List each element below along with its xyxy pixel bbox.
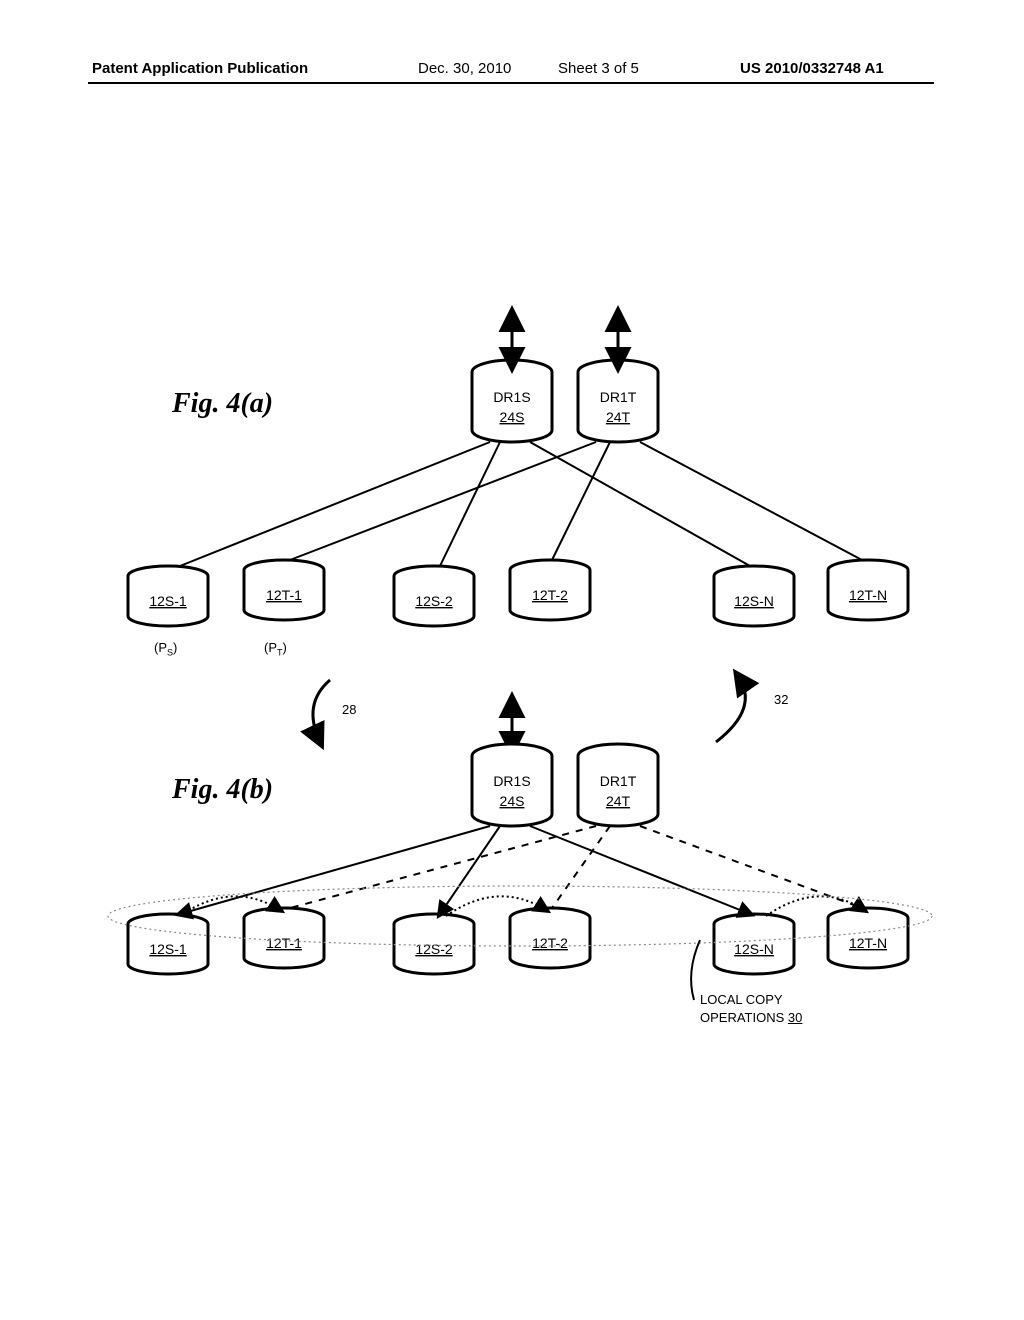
dr1t-a-ref: 24T [606, 409, 631, 425]
cyl-12s1-a: 12S-1 [128, 566, 208, 626]
diagram-svg: DR1S 24S DR1T 24T 12S-1 12T-1 12S-2 [0, 0, 1024, 1320]
cyl-12s1-b: 12S-1 [128, 914, 208, 974]
line-dr1s-12s1-b [180, 826, 490, 914]
svg-text:12T-N: 12T-N [849, 935, 887, 951]
cyl-12t2-a: 12T-2 [510, 560, 590, 620]
svg-text:DR1T: DR1T [600, 773, 637, 789]
svg-text:DR1S: DR1S [493, 773, 530, 789]
svg-text:12S-1: 12S-1 [149, 941, 187, 957]
cyl-12tn-a: 12T-N [828, 560, 908, 620]
svg-text:12S-1: 12S-1 [149, 593, 187, 609]
cyl-12s2-a: 12S-2 [394, 566, 474, 626]
leader-local-copy [691, 940, 700, 1000]
cyl-12sn-a: 12S-N [714, 566, 794, 626]
arrow-28 [313, 680, 330, 742]
svg-text:24T: 24T [606, 793, 631, 809]
line-dr1s-12s2-a [440, 442, 500, 566]
cyl-12tn-b: 12T-N [828, 908, 908, 968]
dr1s-a-ref: 24S [500, 409, 525, 425]
cyl-12t1-a: 12T-1 [244, 560, 324, 620]
svg-text:12T-2: 12T-2 [532, 587, 568, 603]
cyl-12t1-b: 12T-1 [244, 908, 324, 968]
line-dr1t-12t1-b [290, 826, 596, 908]
page: Patent Application Publication Dec. 30, … [0, 0, 1024, 1320]
cyl-dr1t-a: DR1T 24T [578, 360, 658, 442]
cyl-dr1s-a: DR1S 24S [472, 360, 552, 442]
svg-text:24S: 24S [500, 793, 525, 809]
line-dr1t-12tn-a [640, 442, 862, 560]
line-dr1s-12sn-b [530, 826, 750, 914]
line-dr1s-12s2-b [440, 826, 500, 914]
dr1t-a-name: DR1T [600, 389, 637, 405]
svg-text:12T-1: 12T-1 [266, 587, 302, 603]
svg-text:12S-2: 12S-2 [415, 941, 453, 957]
line-dr1t-12t1-a [290, 442, 596, 560]
line-dr1s-12s1-a [180, 442, 490, 566]
line-dr1s-12sn-a [530, 442, 750, 566]
svg-text:12S-N: 12S-N [734, 593, 774, 609]
cyl-12sn-b: 12S-N [714, 914, 794, 974]
cyl-12s2-b: 12S-2 [394, 914, 474, 974]
svg-text:12T-N: 12T-N [849, 587, 887, 603]
arrow-32 [716, 676, 745, 742]
svg-text:12T-1: 12T-1 [266, 935, 302, 951]
svg-text:12S-N: 12S-N [734, 941, 774, 957]
cyl-dr1t-b: DR1T 24T [578, 744, 658, 826]
dr1s-a-name: DR1S [493, 389, 530, 405]
svg-text:12T-2: 12T-2 [532, 935, 568, 951]
cyl-dr1s-b: DR1S 24S [472, 744, 552, 826]
svg-text:12S-2: 12S-2 [415, 593, 453, 609]
cyl-12t2-b: 12T-2 [510, 908, 590, 968]
